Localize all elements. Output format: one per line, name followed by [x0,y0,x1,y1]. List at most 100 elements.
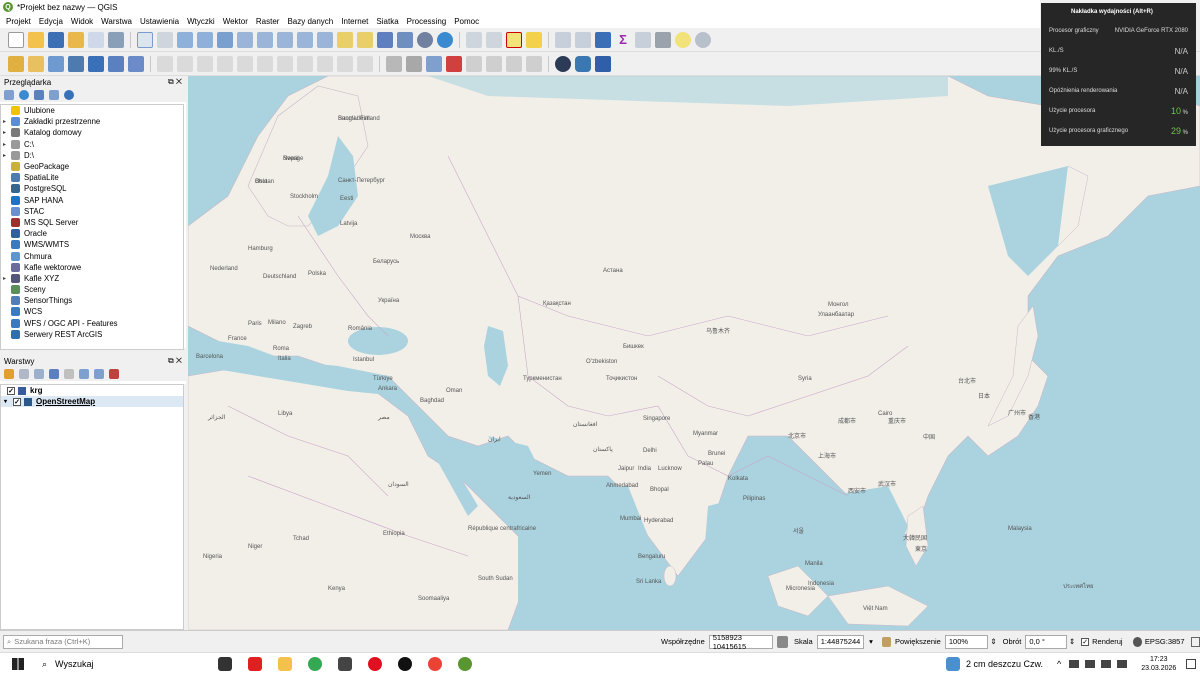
menu-ustawienia[interactable]: Ustawienia [140,17,179,26]
browser-item[interactable]: SAP HANA [1,195,183,206]
identify-icon[interactable] [466,31,482,48]
new-map-view-icon[interactable] [337,31,353,48]
overlay-header[interactable]: Nakładka wydajności (Alt+R) [1041,3,1196,21]
menu-processing[interactable]: Processing [407,17,447,26]
browser-item[interactable]: ▸ Zakładki przestrzenne [1,116,183,127]
pin-labels-icon[interactable] [426,55,442,72]
opera-icon[interactable] [368,657,382,671]
x-app-icon[interactable] [398,657,412,671]
layer-visibility-checkbox[interactable]: ✓ [13,397,21,406]
zoom-field[interactable]: 100% [944,634,989,649]
pan-hand-icon[interactable] [137,31,153,48]
deselect-icon[interactable] [506,31,522,48]
notifications-icon[interactable] [1186,659,1197,669]
layer-name[interactable]: OpenStreetMap [36,397,95,406]
expand-arrow-icon[interactable]: ▸ [3,152,11,159]
browser-item[interactable]: WMS/WMTS [1,239,183,250]
windows-start-icon[interactable] [12,658,24,670]
browser-item[interactable]: SensorThings [1,295,183,306]
new-spatialite-icon[interactable] [68,55,84,72]
pan-to-selection-icon[interactable] [157,31,173,48]
ruler-icon[interactable] [655,31,671,48]
diagram-tool-icon[interactable] [406,55,422,72]
menu-warstwa[interactable]: Warstwa [101,17,132,26]
menu-widok[interactable]: Widok [71,17,93,26]
browser-item[interactable]: Chmura [1,250,183,261]
browser-item[interactable]: Kafle wektorowe [1,262,183,273]
open-project-icon[interactable] [28,31,44,48]
show-bookmarks-icon[interactable] [397,31,413,48]
layer-styling-icon[interactable] [4,369,14,379]
scale-field[interactable]: 1:44875244 [816,634,865,649]
label-callout-icon[interactable] [526,55,542,72]
statistics-sigma-icon[interactable]: Σ [615,32,631,48]
zoom-in-icon[interactable] [177,31,193,48]
expand-arrow-icon[interactable]: ▸ [3,141,11,148]
menu-wektor[interactable]: Wektor [223,17,248,26]
weather-text[interactable]: 2 cm deszczu Czw. [966,659,1043,669]
panel-close-icon[interactable]: ⧉ ✕ [168,356,182,366]
menu-siatka[interactable]: Siatka [376,17,398,26]
settings-gear-icon[interactable] [595,31,611,48]
taskbar-search[interactable]: ⌕ Wyszukaj [42,659,210,670]
new-shapefile-icon[interactable] [48,55,64,72]
filter-expression-icon[interactable] [64,369,74,379]
filter-legend-icon[interactable] [49,369,59,379]
file-explorer-icon[interactable] [278,657,292,671]
display-icon[interactable] [1085,660,1096,668]
vertex-tool-icon[interactable] [237,55,253,72]
browser-item[interactable]: Ulubione [1,105,183,116]
save-project-icon[interactable] [48,31,64,48]
python-console-icon[interactable] [575,55,591,72]
locator-search-input[interactable]: ⌕ Szukana fraza (Ctrl+K) [3,634,123,649]
expand-arrow-icon[interactable]: ▸ [3,118,11,125]
youtube-icon[interactable] [248,657,262,671]
select-by-expression-icon[interactable] [526,31,542,48]
bookmark-icon[interactable] [377,31,393,48]
save-as-icon[interactable] [68,31,84,48]
rotation-stepper-icon[interactable]: ⇕ [1069,637,1075,646]
lock-scale-icon[interactable] [881,636,891,647]
toggle-extents-icon[interactable] [776,635,788,648]
edit-pencil-icon[interactable] [157,55,173,72]
zoom-last-icon[interactable] [297,31,313,48]
copy-icon[interactable] [297,55,313,72]
scale-dropdown-icon[interactable]: ▾ [866,637,875,646]
weather-icon[interactable] [946,657,960,671]
layer-row-krg[interactable]: ✓ krg [1,385,183,396]
new-project-icon[interactable] [8,31,24,48]
data-source-manager-icon[interactable] [8,55,24,72]
rotation-field[interactable]: 0,0 ° [1025,634,1067,649]
menu-pomoc[interactable]: Pomoc [454,17,479,26]
zoom-stepper-icon[interactable]: ⇕ [990,637,996,646]
browser-item[interactable]: GeoPackage [1,161,183,172]
delete-selected-icon[interactable] [257,55,273,72]
network-icon[interactable] [1101,660,1112,668]
manage-themes-icon[interactable] [34,369,44,379]
browser-item[interactable]: ▸ Kafle XYZ [1,273,183,284]
save-edits-icon[interactable] [197,55,213,72]
attribute-table-icon[interactable] [575,31,591,48]
layer-name[interactable]: krg [30,386,42,395]
browser-item[interactable]: WCS [1,306,183,317]
browser-item[interactable]: Serwery REST ArcGIS [1,329,183,340]
new-memory-layer-icon[interactable] [88,55,104,72]
menu-raster[interactable]: Raster [256,17,280,26]
zoom-full-icon[interactable] [217,31,233,48]
battery-icon[interactable] [1069,660,1080,668]
map-canvas[interactable]: Suomi / Finland Sverige Oslo Stockholm Санкт… [188,76,1200,630]
measure-icon[interactable] [555,31,571,48]
change-label-icon[interactable] [506,55,522,72]
layer-visibility-checkbox[interactable]: ✓ [7,386,15,395]
map-tips-icon[interactable] [675,31,691,48]
remove-layer-icon[interactable] [109,369,119,379]
label-tool-icon[interactable] [386,55,402,72]
chrome-icon[interactable] [308,657,322,671]
render-checkbox[interactable]: ✓ [1081,637,1090,646]
select-feature-icon[interactable] [486,31,502,48]
zoom-out-icon[interactable] [197,31,213,48]
plugin-icon[interactable] [555,55,571,72]
layer-row-openstreetmap[interactable]: ▾ ✓ OpenStreetMap [1,396,183,407]
menu-bazy-danych[interactable]: Bazy danych [287,17,333,26]
menu-edycja[interactable]: Edycja [39,17,63,26]
